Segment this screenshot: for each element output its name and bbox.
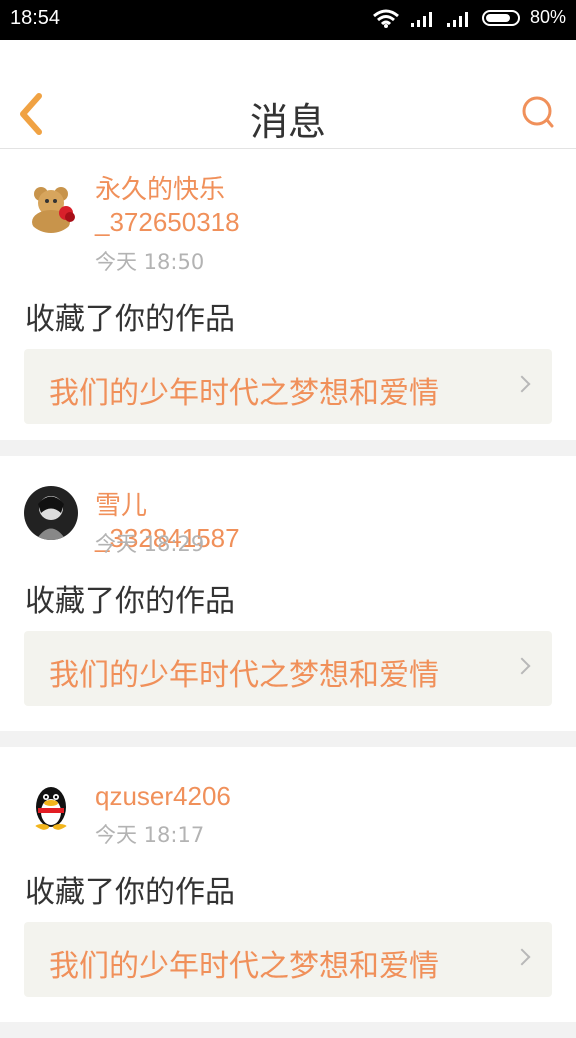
battery-percent: 80% [529,7,566,27]
navigation-bar: 消息 [0,40,576,149]
message-time: 今天 18:17 [95,823,205,847]
chevron-right-icon [513,657,531,675]
cellular-signal-icon [446,11,468,27]
status-time: 18:54 [10,7,61,29]
page-title: 消息 [249,100,326,144]
message-time: 今天 18:50 [95,250,205,274]
wifi-icon [373,9,399,28]
user-name[interactable]: 永久的快乐_372650318 [95,173,265,239]
message-list: 永久的快乐_372650318 今天 18:50 收藏了你的作品 我们的少年时代… [0,149,576,1038]
teddy-bear-avatar-icon [24,179,78,233]
work-link[interactable]: 我们的少年时代之梦想和爱情 [24,922,552,997]
avatar[interactable] [24,777,78,831]
work-title: 我们的少年时代之梦想和爱情 [49,376,439,411]
battery-level [485,13,510,22]
penguin-avatar-icon [24,777,78,831]
work-link[interactable]: 我们的少年时代之梦想和爱情 [24,349,552,424]
chevron-right-icon [513,375,531,393]
message-action: 收藏了你的作品 [25,302,235,337]
message-action: 收藏了你的作品 [25,584,235,619]
search-icon[interactable] [520,95,554,129]
work-title: 我们的少年时代之梦想和爱情 [49,949,439,984]
cellular-signal-icon [410,11,432,27]
battery-icon [481,9,520,26]
message-card: 雪儿_332841587 今天 18:29 收藏了你的作品 我们的少年时代之梦想… [0,456,576,731]
user-name[interactable]: qzuser4206 [95,780,265,813]
work-link[interactable]: 我们的少年时代之梦想和爱情 [24,631,552,706]
message-time: 今天 18:29 [95,532,205,556]
avatar[interactable] [24,486,78,540]
person-avatar-icon [24,486,78,540]
message-card: 永久的快乐_372650318 今天 18:50 收藏了你的作品 我们的少年时代… [0,149,576,440]
avatar[interactable] [24,179,78,233]
chevron-right-icon [513,948,531,966]
message-card: qzuser4206 今天 18:17 收藏了你的作品 我们的少年时代之梦想和爱… [0,747,576,1022]
status-bar: 18:54 80% [0,0,576,40]
status-icons: 80% [372,7,566,28]
work-title: 我们的少年时代之梦想和爱情 [49,658,439,693]
message-action: 收藏了你的作品 [25,875,235,910]
